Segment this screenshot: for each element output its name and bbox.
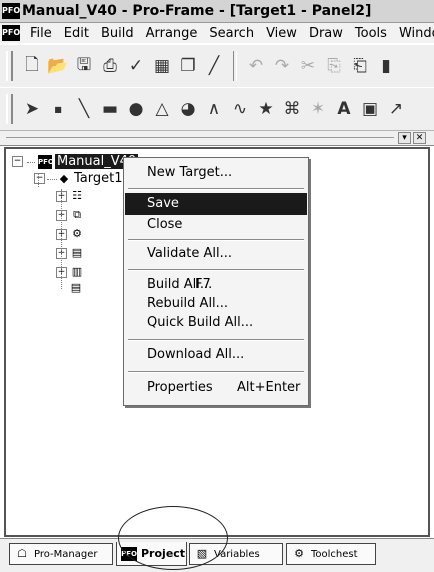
line-icon[interactable]: ╲ [73,98,95,120]
divider [6,137,394,138]
chart-icon[interactable]: ╱ [203,55,225,77]
menu-separator [128,269,304,271]
close-window-icon[interactable]: ✕ [413,132,426,144]
tab-toolchest[interactable]: ⚙ Toolchest [286,543,376,565]
toolbar-grip[interactable] [6,51,13,81]
network-icon: ☷ [72,189,82,202]
menu-search[interactable]: Search [203,26,260,41]
menu-item-validate-all[interactable]: Validate All... [125,243,307,265]
app-menu-icon[interactable]: PFO [2,25,20,41]
calendar-icon[interactable]: ▦ [151,55,173,77]
menu-item-label: New Target... [147,165,233,180]
menu-arrange[interactable]: Arrange [140,26,204,41]
app-logo-icon: PFO [2,3,20,19]
drawing-toolbar: ➤ ■ ╲ ▬ ● △ ◕ ∧ ∿ ★ ⌘ ✶ A ▣ ↗ [0,87,434,131]
menu-separator [128,371,304,373]
menu-item-download-all[interactable]: Download All... [125,344,307,366]
target-diamond-icon: ◆ [59,171,69,185]
pie-icon[interactable]: ◕ [177,98,199,120]
delete-icon[interactable]: ▮ [375,55,397,77]
menu-file[interactable]: File [24,26,58,41]
new-page-icon[interactable]: 🗋 [21,55,43,77]
menu-item-label: Validate All... [147,246,233,261]
component-icon: ⚙ [72,227,82,240]
tree-node-target[interactable]: − ◆ Target1 [34,171,123,186]
script-icon: ▥ [71,265,83,278]
menu-separator [128,339,304,341]
menu-item-quick-build-all[interactable]: Quick Build All... [125,312,307,334]
highlight-annotation-ellipse [118,506,228,570]
save-disk-icon[interactable]: 🖫 [73,55,95,77]
open-folder-icon[interactable]: 📂 [47,55,69,77]
snap-icon[interactable]: ⌘ [281,98,303,120]
menu-item-label: Close [147,217,183,232]
tab-pro-manager[interactable]: ☖ Pro-Manager [9,543,113,565]
tab-label: Toolchest [311,548,358,560]
menu-item-new-target[interactable]: New Target... [125,162,307,184]
text-icon[interactable]: A [333,98,355,120]
ellipse-icon[interactable]: ● [125,98,147,120]
pointer-icon[interactable]: ➤ [21,98,43,120]
print-icon[interactable]: ⎙ [99,55,121,77]
menu-build[interactable]: Build [95,26,140,41]
image-icon[interactable]: ▣ [359,98,381,120]
curve-icon[interactable]: ∿ [229,98,251,120]
toolbar-separator [233,51,237,81]
check-icon[interactable]: ✓ [125,55,147,77]
standard-toolbar: 🗋 📂 🖫 ⎙ ✓ ▦ ❐ ╱ ↶ ↷ ✂ ⎘ ⎗ ▮ [0,44,434,88]
trend-icon[interactable]: ↗ [385,98,407,120]
menu-item-label: Download All... [147,347,245,362]
paste-icon[interactable]: ⎗ [349,55,371,77]
toolchest-icon: ⚙ [294,547,304,560]
restore-window-icon[interactable]: ▾ [398,132,411,144]
redo-icon[interactable]: ↷ [271,55,293,77]
menu-item-close[interactable]: Close [125,214,307,236]
title-bar: PFO Manual_V40 - Pro-Frame - [Target1 - … [0,0,434,23]
window-title: Manual_V40 - Pro-Frame - [Target1 - Pane… [22,3,372,19]
dot-icon[interactable]: ■ [47,98,69,120]
tab-label: Pro-Manager [34,548,98,560]
document-icon: ▤ [70,281,82,294]
pattern-icon[interactable]: ✶ [307,98,329,120]
menu-draw[interactable]: Draw [303,26,349,41]
copy-page-icon[interactable]: ❐ [177,55,199,77]
menu-edit[interactable]: Edit [58,26,95,41]
collapse-icon[interactable]: − [34,173,45,184]
cut-icon[interactable]: ✂ [297,55,319,77]
manager-icon: ☖ [17,547,27,560]
tree-node-child[interactable]: ▤ [69,281,86,295]
menu-separator [128,188,304,190]
menu-item-label: Save [147,196,179,211]
project-icon: PFO [38,154,54,169]
menu-window[interactable]: Window [393,26,434,41]
menu-tools[interactable]: Tools [349,26,393,41]
tree-node-target-label[interactable]: Target1 [74,171,123,186]
menu-item-label: Rebuild All... [147,296,229,311]
menu-item-label: Quick Build All... [147,315,254,330]
menu-item-properties[interactable]: Properties Alt+Enter [125,377,307,399]
menu-item-save[interactable]: Save [125,193,307,215]
polyline-icon[interactable]: ∧ [203,98,225,120]
device-icon: ⧉ [73,208,81,221]
menu-view[interactable]: View [260,26,303,41]
tree-node-root[interactable]: − PFO Manual_V40 [12,154,139,169]
collapse-icon[interactable]: − [12,156,23,167]
menu-separator [128,239,304,241]
star-icon[interactable]: ★ [255,98,277,120]
menu-item-shortcut: Alt+Enter [237,380,301,395]
panel-icon: ▤ [71,246,83,259]
toolbar-grip[interactable] [6,94,13,124]
menu-bar: PFO File Edit Build Arrange Search View … [0,23,434,43]
rectangle-icon[interactable]: ▬ [99,98,121,120]
polygon-icon[interactable]: △ [151,98,173,120]
copy-icon[interactable]: ⎘ [323,55,345,77]
undo-icon[interactable]: ↶ [245,55,267,77]
document-window-bar: ▾ ✕ [0,131,434,146]
menu-item-label: Properties [147,380,213,395]
context-menu: New Target... Save Close Validate All...… [123,157,309,406]
